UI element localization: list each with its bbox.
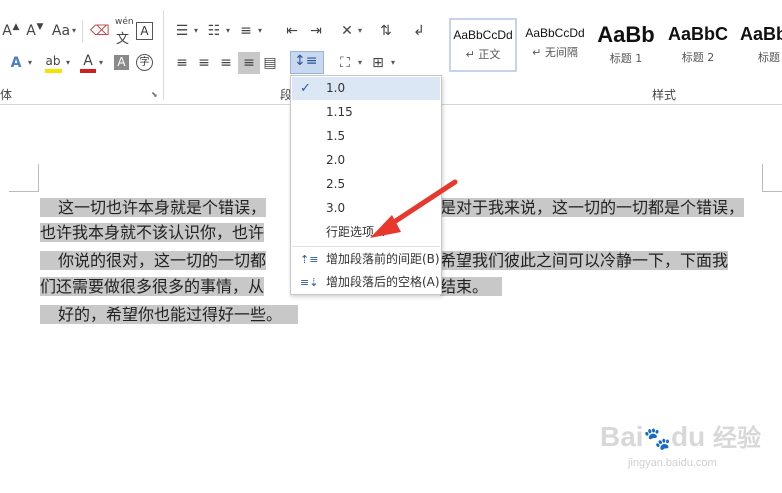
baidu-watermark-url: jingyan.baidu.com [628,457,717,469]
baidu-watermark: Bai🐾du 经验 [600,421,761,452]
paw-icon: 🐾 [643,426,671,451]
